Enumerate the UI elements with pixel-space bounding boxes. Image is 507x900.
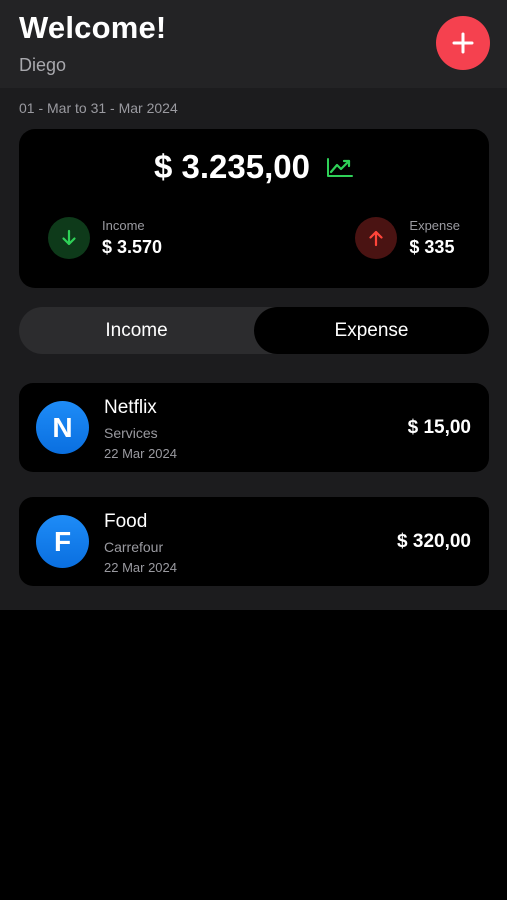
header: Welcome! Diego <box>0 0 507 88</box>
balance-amount: $ 3.235,00 <box>154 148 310 185</box>
main-panel: 01 - Mar to 31 - Mar 2024 $ 3.235,00 Inc… <box>0 88 507 610</box>
transaction-date: 22 Mar 2024 <box>104 560 177 575</box>
transaction-title: Food <box>104 511 148 532</box>
transaction-date: 22 Mar 2024 <box>104 446 177 461</box>
transaction-category: Carrefour <box>104 539 164 555</box>
expense-stat: Expense $ 335 <box>355 215 460 261</box>
add-transaction-button[interactable] <box>436 16 490 70</box>
arrow-down-icon <box>48 217 90 259</box>
toggle-expense[interactable]: Expense <box>254 307 489 354</box>
transaction-item[interactable]: F Food Carrefour 22 Mar 2024 $ 320,00 <box>19 497 489 586</box>
plus-icon <box>452 32 474 54</box>
date-range[interactable]: 01 - Mar to 31 - Mar 2024 <box>19 100 178 116</box>
transaction-avatar: N <box>36 401 89 454</box>
expense-value: $ 335 <box>409 237 455 257</box>
toggle-income[interactable]: Income <box>19 307 254 354</box>
transaction-title: Netflix <box>104 397 157 418</box>
income-expense-toggle: Income Expense <box>19 307 489 354</box>
transaction-amount: $ 15,00 <box>407 417 471 438</box>
app-screen: Welcome! Diego 01 - Mar to 31 - Mar 2024… <box>0 0 507 900</box>
income-value: $ 3.570 <box>102 237 163 257</box>
trending-up-icon[interactable] <box>326 155 354 179</box>
transaction-category: Services <box>104 425 158 441</box>
expense-label: Expense <box>409 218 460 233</box>
page-title: Welcome! <box>19 10 167 45</box>
income-label: Income <box>102 218 145 233</box>
arrow-up-icon <box>355 217 398 259</box>
user-name: Diego <box>19 55 67 75</box>
income-stat: Income $ 3.570 <box>48 215 162 261</box>
balance-card: $ 3.235,00 Income $ 3.570 Expense $ 335 <box>19 129 489 288</box>
transaction-item[interactable]: N Netflix Services 22 Mar 2024 $ 15,00 <box>19 383 489 472</box>
transaction-amount: $ 320,00 <box>397 531 471 552</box>
balance-row: $ 3.235,00 <box>19 147 489 187</box>
transaction-avatar: F <box>36 515 89 568</box>
